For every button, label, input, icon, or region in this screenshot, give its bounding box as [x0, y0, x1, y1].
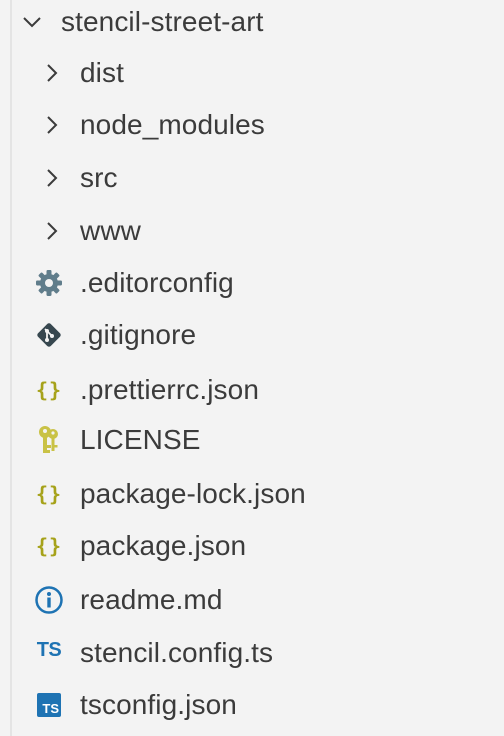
- tsconfig-icon-text: TS: [37, 693, 61, 717]
- chevron-right-icon[interactable]: [42, 168, 62, 188]
- file-label: readme.md: [80, 584, 223, 615]
- git-icon: [34, 320, 64, 350]
- file-explorer: stencil-street-art dist node_modules src…: [0, 0, 504, 736]
- folder-label: src: [80, 162, 118, 193]
- tree-folder-node-modules[interactable]: node_modules: [0, 101, 504, 149]
- tree-file-package-lock[interactable]: {} package-lock.json: [0, 470, 504, 518]
- chevron-right-icon[interactable]: [42, 221, 62, 241]
- file-label: tsconfig.json: [80, 689, 237, 720]
- file-label: .gitignore: [80, 319, 197, 350]
- file-label: stencil.config.ts: [80, 637, 274, 668]
- folder-label: dist: [80, 57, 124, 88]
- file-label: LICENSE: [80, 424, 201, 455]
- tree-root-folder[interactable]: stencil-street-art: [0, 0, 504, 46]
- tree-file-stencil-config[interactable]: TS stencil.config.ts: [0, 629, 504, 677]
- gear-icon: [34, 268, 64, 298]
- tree-folder-www[interactable]: www: [0, 207, 504, 255]
- tree-file-readme[interactable]: readme.md: [0, 576, 504, 624]
- chevron-right-icon[interactable]: [42, 115, 62, 135]
- tree-folder-src[interactable]: src: [0, 154, 504, 202]
- tree-file-license[interactable]: LICENSE: [0, 416, 504, 464]
- file-label: package-lock.json: [80, 478, 306, 509]
- typescript-icon: TS: [36, 638, 62, 661]
- json-braces-icon: {}: [35, 482, 63, 506]
- tree-file-tsconfig[interactable]: TS tsconfig.json: [0, 681, 504, 729]
- tree-file-prettierrc[interactable]: {} .prettierrc.json: [0, 366, 504, 414]
- json-braces-icon: {}: [35, 534, 63, 558]
- folder-label: node_modules: [80, 109, 265, 140]
- tsconfig-icon: TS: [34, 690, 64, 720]
- tree-file-editorconfig[interactable]: .editorconfig: [0, 259, 504, 307]
- tree-file-gitignore[interactable]: .gitignore: [0, 311, 504, 359]
- folder-label: www: [80, 215, 141, 246]
- file-label: .prettierrc.json: [80, 374, 259, 405]
- license-key-icon: [34, 425, 64, 455]
- file-label: package.json: [80, 530, 247, 561]
- root-folder-label: stencil-street-art: [61, 6, 264, 37]
- file-label: .editorconfig: [80, 267, 234, 298]
- json-braces-icon: {}: [35, 378, 63, 402]
- tree-folder-dist[interactable]: dist: [0, 49, 504, 97]
- info-icon: [34, 585, 64, 615]
- chevron-down-icon[interactable]: [22, 12, 42, 32]
- chevron-right-icon[interactable]: [42, 63, 62, 83]
- tree-file-package[interactable]: {} package.json: [0, 522, 504, 570]
